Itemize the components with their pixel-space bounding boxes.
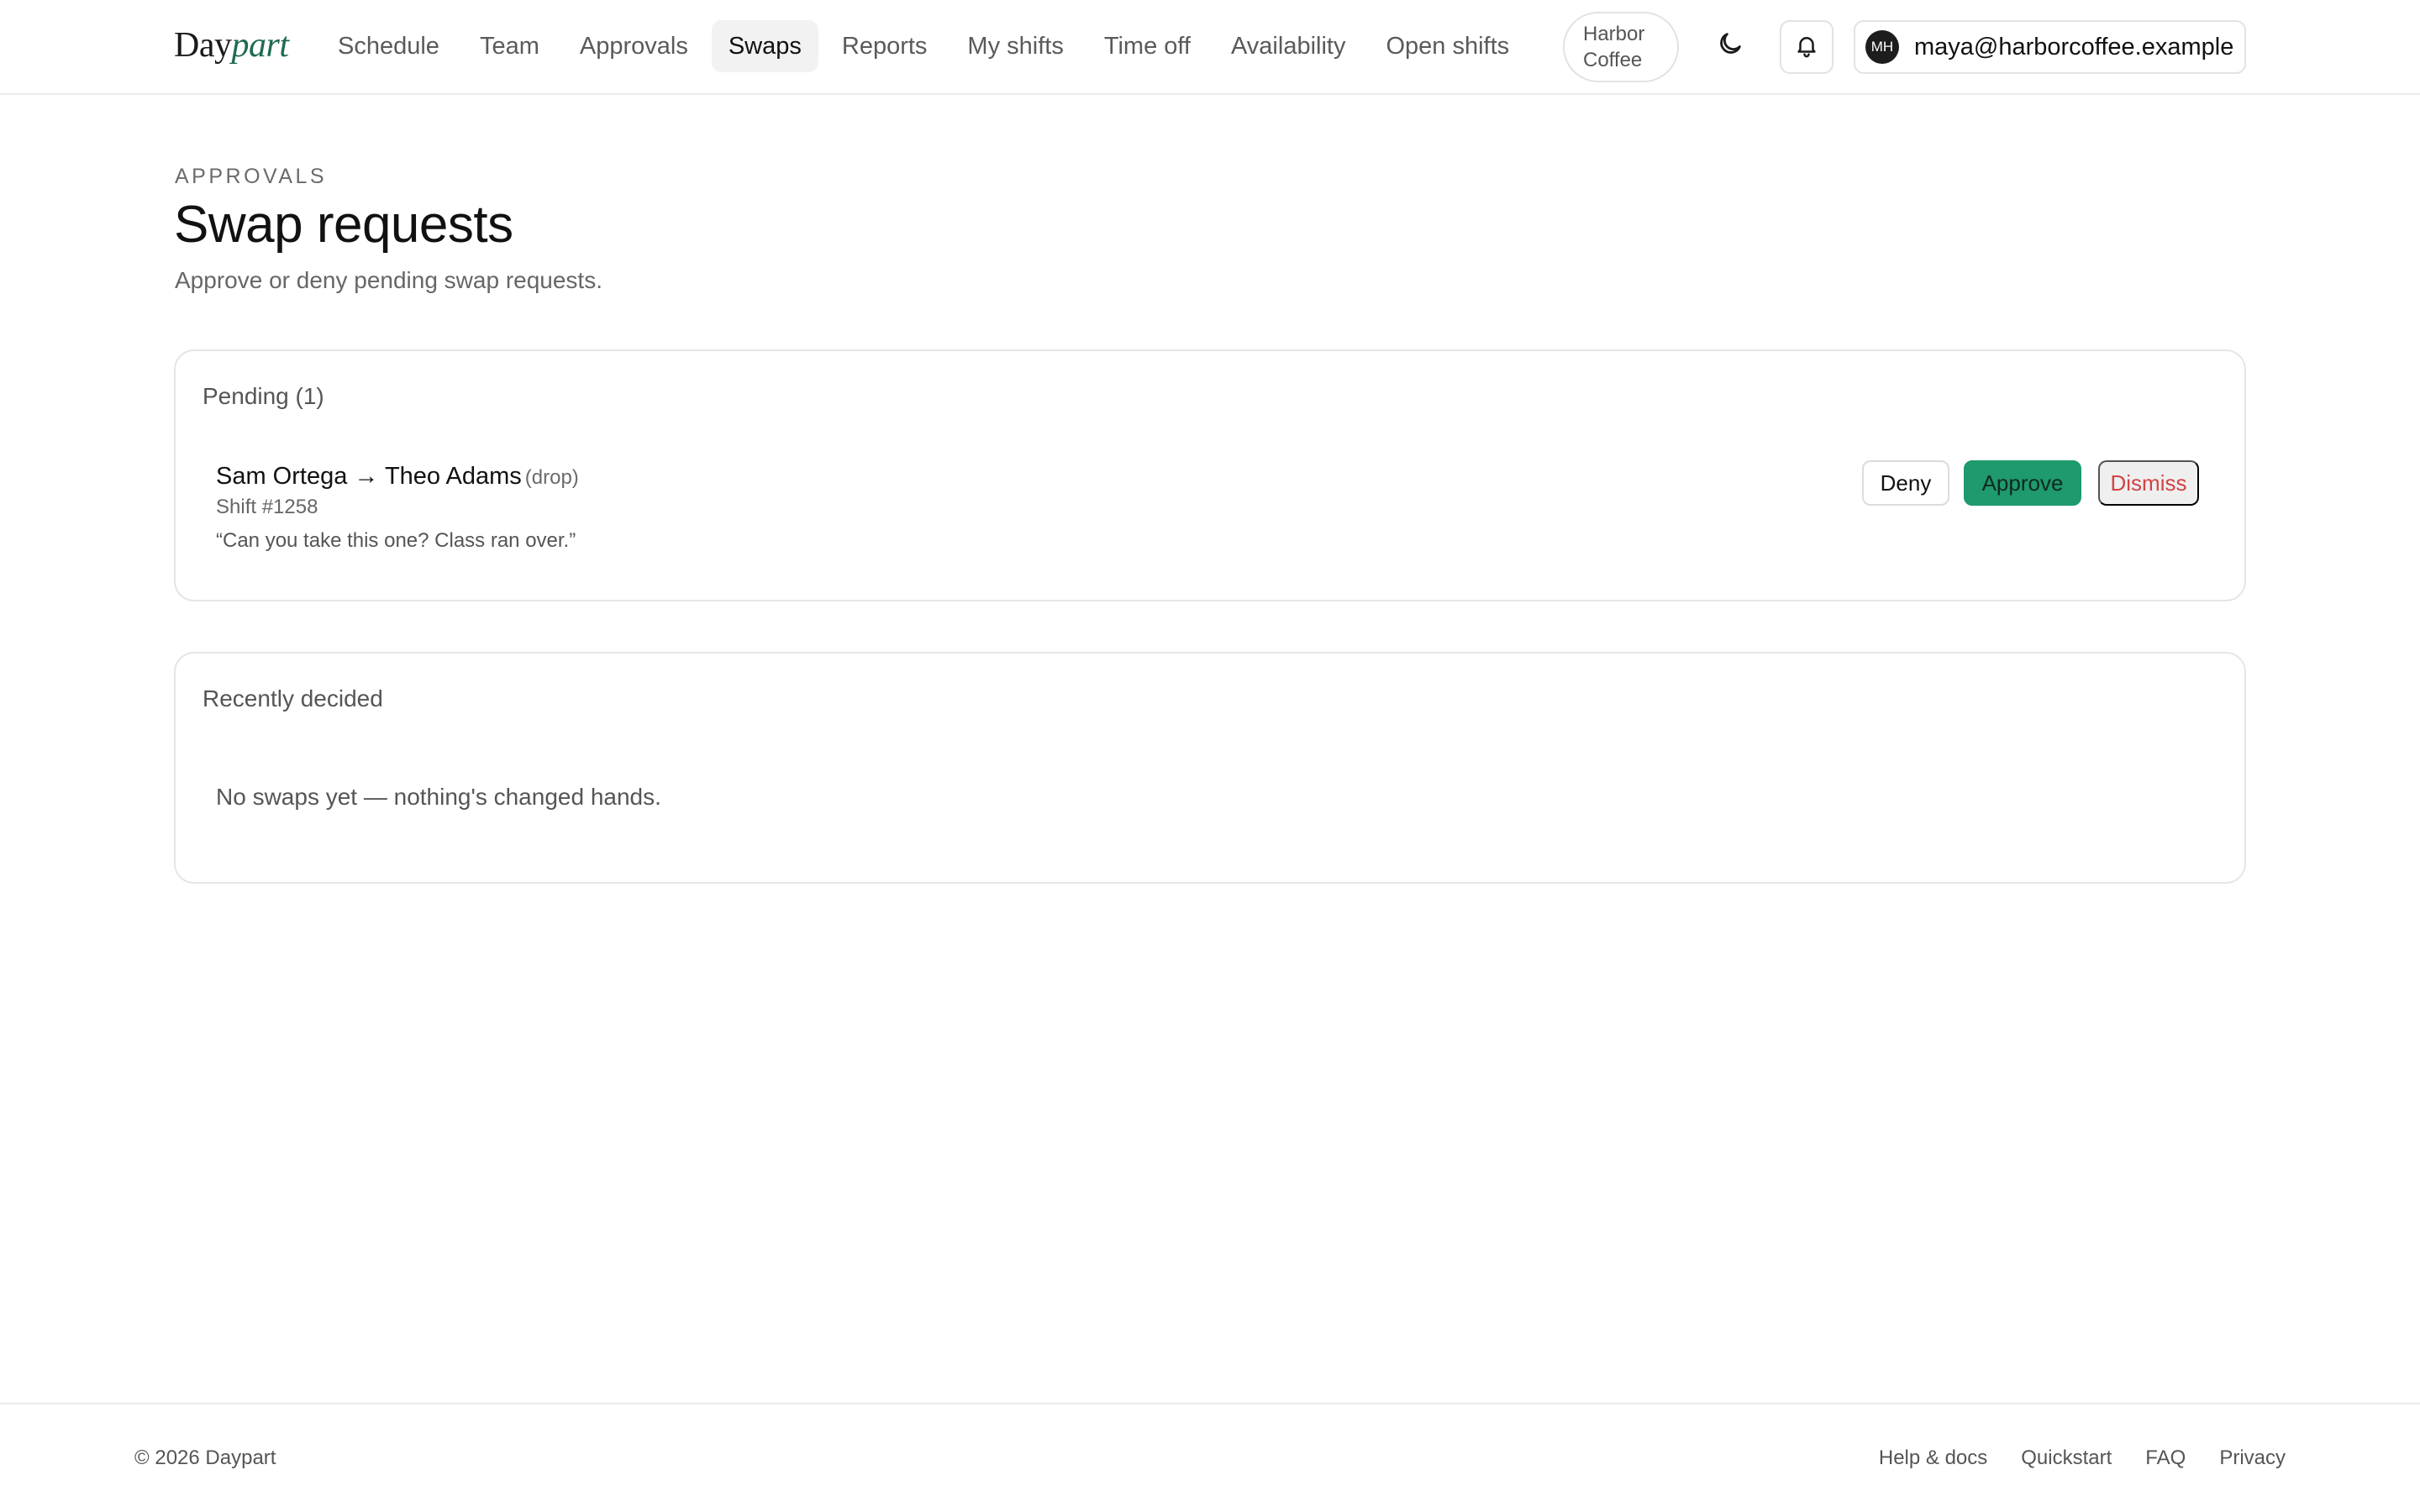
notifications-button[interactable] [1780,20,1833,74]
footer-link-quickstart[interactable]: Quickstart [2021,1446,2112,1470]
account-menu-button[interactable]: MH maya@harborcoffee.example [1854,20,2246,74]
nav-item-open-shifts[interactable]: Open shifts [1369,20,1526,72]
approve-button[interactable]: Approve [1964,460,2081,506]
recently-decided-card: Recently decided No swaps yet — nothing'… [174,652,2246,884]
nav-item-availability[interactable]: Availability [1214,20,1362,72]
page-eyebrow: Approvals [175,165,328,188]
swap-shift-id: Shift #1258 [216,496,318,518]
moon-icon [1716,29,1744,62]
dismiss-button[interactable]: Dismiss [2098,460,2199,506]
theme-toggle-button[interactable] [1706,21,1754,70]
avatar: MH [1865,30,1899,64]
nav-item-schedule[interactable]: Schedule [321,20,456,72]
footer-link-faq[interactable]: FAQ [2145,1446,2186,1470]
nav-item-reports[interactable]: Reports [825,20,944,72]
pending-card-title: Pending (1) [203,383,324,409]
org-name-line-2: Coffee [1583,49,1643,71]
logo-suffix: part [231,26,289,65]
requester-name: Sam Ortega [216,463,348,490]
bell-icon [1794,33,1819,62]
empty-state-message: No swaps yet — nothing's changed hands. [216,784,661,810]
top-navigation-bar: Daypart Schedule Team Approvals Swaps Re… [0,0,2420,95]
footer-links: Help & docs Quickstart FAQ Privacy [1879,1446,2286,1470]
nav-item-swaps[interactable]: Swaps [711,20,818,72]
organization-switcher[interactable]: Harbor Coffee [1563,12,1679,82]
org-name-line-1: Harbor [1583,23,1645,45]
pending-swaps-card: Pending (1) Sam Ortega → Theo Adams (drop… [174,349,2246,601]
nav-item-approvals[interactable]: Approvals [563,20,705,72]
recent-card-title: Recently decided [203,685,383,711]
page-title: Swap requests [174,196,513,254]
deny-button[interactable]: Deny [1862,460,1949,506]
footer-link-privacy[interactable]: Privacy [2219,1446,2286,1470]
swap-request-names: Sam Ortega → Theo Adams (drop) [216,463,579,491]
account-email: maya@harborcoffee.example [1914,33,2234,60]
nav-item-my-shifts[interactable]: My shifts [950,20,1080,72]
daypart-logo[interactable]: Daypart [174,25,289,66]
nav-item-team[interactable]: Team [463,20,556,72]
nav-item-time-off[interactable]: Time off [1087,20,1207,72]
footer-link-help-docs[interactable]: Help & docs [1879,1446,1987,1470]
main-nav: Schedule Team Approvals Swaps Reports My… [321,20,1526,72]
logo-prefix: Day [174,26,232,65]
arrow-right-icon: → [354,463,379,490]
swap-type: (drop) [524,466,579,489]
recipient-name: Theo Adams [384,463,522,490]
swap-request-note: “Can you take this one? Class ran over.” [216,529,576,552]
page-subtitle: Approve or deny pending swap requests. [175,267,602,293]
page-footer: © 2026 Daypart Help & docs Quickstart FA… [0,1403,2420,1512]
copyright-text: © 2026 Daypart [134,1446,276,1469]
